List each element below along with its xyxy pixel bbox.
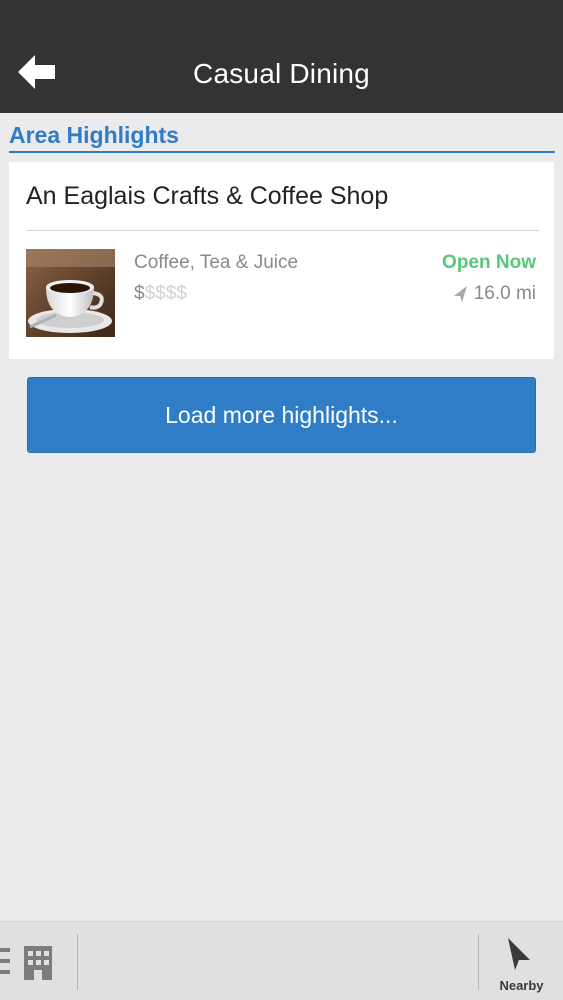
nav-header: Casual Dining [0,0,563,113]
price-inactive: $$$$ [144,283,187,304]
open-status: Open Now [442,252,536,273]
tab-nearby[interactable]: Nearby [480,922,563,1000]
price-active: $ [134,283,145,304]
page-title: Casual Dining [193,58,370,89]
tab-divider [478,934,479,990]
building-icon [24,946,52,980]
tab-bar: Nearby [0,921,563,1000]
load-more-button[interactable]: Load more highlights... [27,377,536,453]
tab-list[interactable] [0,946,56,987]
price-rating: $$$$$ [134,283,187,305]
place-category: Coffee, Tea & Juice [134,252,299,273]
coffee-cup-photo [26,249,115,337]
location-arrow-icon [453,286,467,302]
list-icon [0,946,52,980]
tab-divider [77,934,78,990]
highlight-card[interactable]: An Eaglais Crafts & Coffee Shop Coffee, … [9,162,554,359]
place-name: An Eaglais Crafts & Coffee Shop [26,182,389,210]
location-arrow-icon [508,938,530,970]
tab-nearby-label: Nearby [499,978,544,993]
section-title: Area Highlights [9,122,179,148]
section-divider [9,151,555,153]
distance-value: 16.0 mi [473,283,536,304]
card-divider [26,230,539,231]
distance: 16.0 mi [453,283,536,305]
